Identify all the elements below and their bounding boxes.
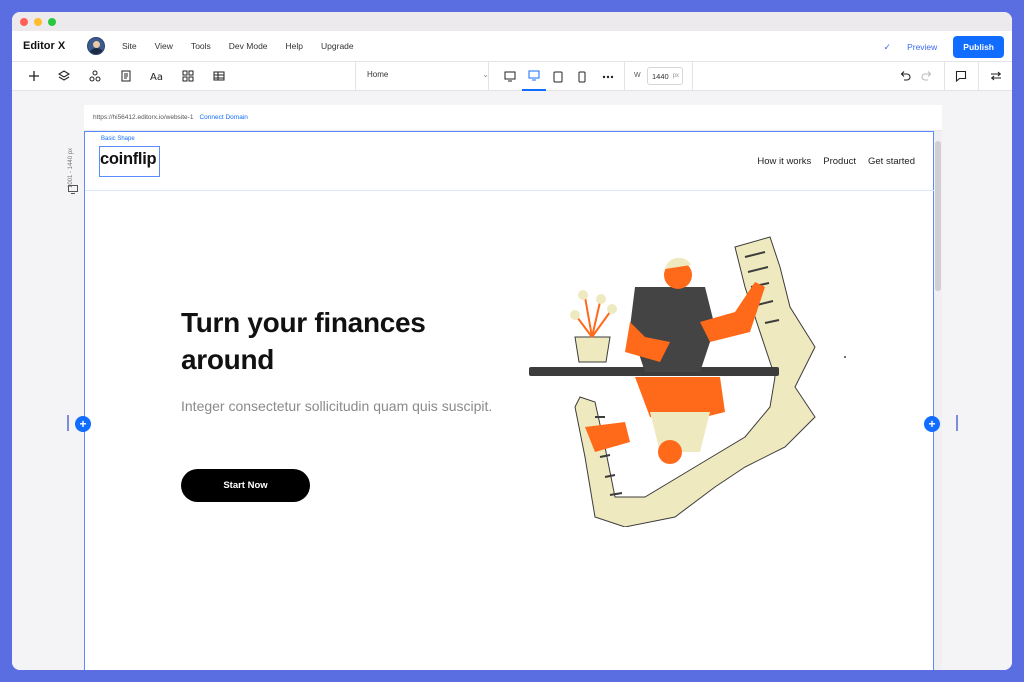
preview-button[interactable]: Preview [901,42,943,52]
toolbar-divider [944,62,945,91]
main-menu: Site View Tools Dev Mode Help Upgrade [113,41,363,51]
toolbar-divider [624,62,625,91]
scrollbar-thumb[interactable] [935,141,941,291]
nav-item-product[interactable]: Product [823,156,856,167]
toolbar-divider [488,62,489,91]
publish-button[interactable]: Publish [953,36,1004,58]
connect-domain-link[interactable]: Connect Domain [199,114,247,121]
site-page[interactable]: Basic Shape coinflip How it works Produc… [84,131,934,670]
desktop-breakpoint-button[interactable] [522,62,546,91]
width-value: 1440 [652,71,669,81]
mobile-breakpoint-button[interactable] [570,62,594,91]
selection-label: Basic Shape [101,136,135,142]
menu-item-dev-mode[interactable]: Dev Mode [220,41,277,51]
site-brand-logo[interactable]: coinflip [100,150,157,169]
layers-icon[interactable] [57,69,71,83]
toolbar-divider [692,62,693,91]
menu-item-upgrade[interactable]: Upgrade [312,41,363,51]
typography-icon[interactable]: Aa [150,69,164,83]
svg-text:Aa: Aa [150,72,163,82]
undo-icon[interactable] [898,69,912,83]
components-icon[interactable] [88,69,102,83]
maximize-window-button[interactable] [48,17,56,26]
hero-illustration[interactable] [525,227,855,527]
title-bar [12,12,1012,31]
minimize-window-button[interactable] [34,17,42,26]
start-now-button[interactable]: Start Now [181,469,310,502]
menu-item-help[interactable]: Help [277,41,312,51]
top-bar: Editor X Site View Tools Dev Mode Help U… [12,31,1012,62]
menu-item-tools[interactable]: Tools [182,41,220,51]
editor-window: Editor X Site View Tools Dev Mode Help U… [12,12,1012,670]
header-divider [85,190,934,191]
page-selector[interactable]: Home ⌄ [367,70,489,79]
redo-icon[interactable] [920,69,934,83]
width-input[interactable]: 1440 px [647,67,683,85]
hero-title[interactable]: Turn your finances around [181,304,491,378]
nav-item-how-it-works[interactable]: How it works [757,156,811,167]
close-window-button[interactable] [20,17,28,26]
editor-toolbar: Aa Home ⌄ W 1440 px [12,62,1012,91]
right-resize-handle[interactable] [956,415,958,431]
menu-item-site[interactable]: Site [113,41,146,51]
more-options-icon[interactable] [596,62,620,91]
site-url: https://hi56412.editorx.io/website-1 [93,114,194,121]
left-resize-handle[interactable] [67,415,69,431]
saved-check-icon: ✓ [883,41,892,52]
inspector-toggle-icon[interactable] [989,69,1003,83]
user-avatar[interactable] [87,37,105,55]
topbar-actions: ✓ Preview Publish [884,36,1004,58]
canvas-scrollbar[interactable] [934,131,942,670]
toolbar-divider [355,62,356,91]
page-selector-value: Home [367,70,389,79]
toolbar-divider [978,62,979,91]
add-section-left-icon[interactable]: + [75,416,91,432]
add-section-right-icon[interactable]: + [924,416,940,432]
hero-subtitle[interactable]: Integer consectetur sollicitudin quam qu… [181,395,501,417]
tablet-breakpoint-button[interactable] [546,62,570,91]
menu-item-view[interactable]: View [146,41,182,51]
comments-icon[interactable] [954,69,968,83]
width-label: W [634,72,641,79]
site-nav: How it works Product Get started [757,156,915,167]
desktop-breakpoint-icon [68,181,78,199]
editor-canvas: 1001 - 1440 px https://hi56412.editorx.i… [12,92,1012,670]
table-icon[interactable] [212,69,226,83]
pages-icon[interactable] [119,69,133,83]
add-icon[interactable] [27,69,41,83]
site-url-bar: https://hi56412.editorx.io/website-1 Con… [84,105,942,131]
width-unit: px [672,73,680,79]
app-logo: Editor X [23,40,66,52]
grid-apps-icon[interactable] [181,69,195,83]
nav-item-get-started[interactable]: Get started [868,156,915,167]
desktop-large-breakpoint-button[interactable] [498,62,522,91]
